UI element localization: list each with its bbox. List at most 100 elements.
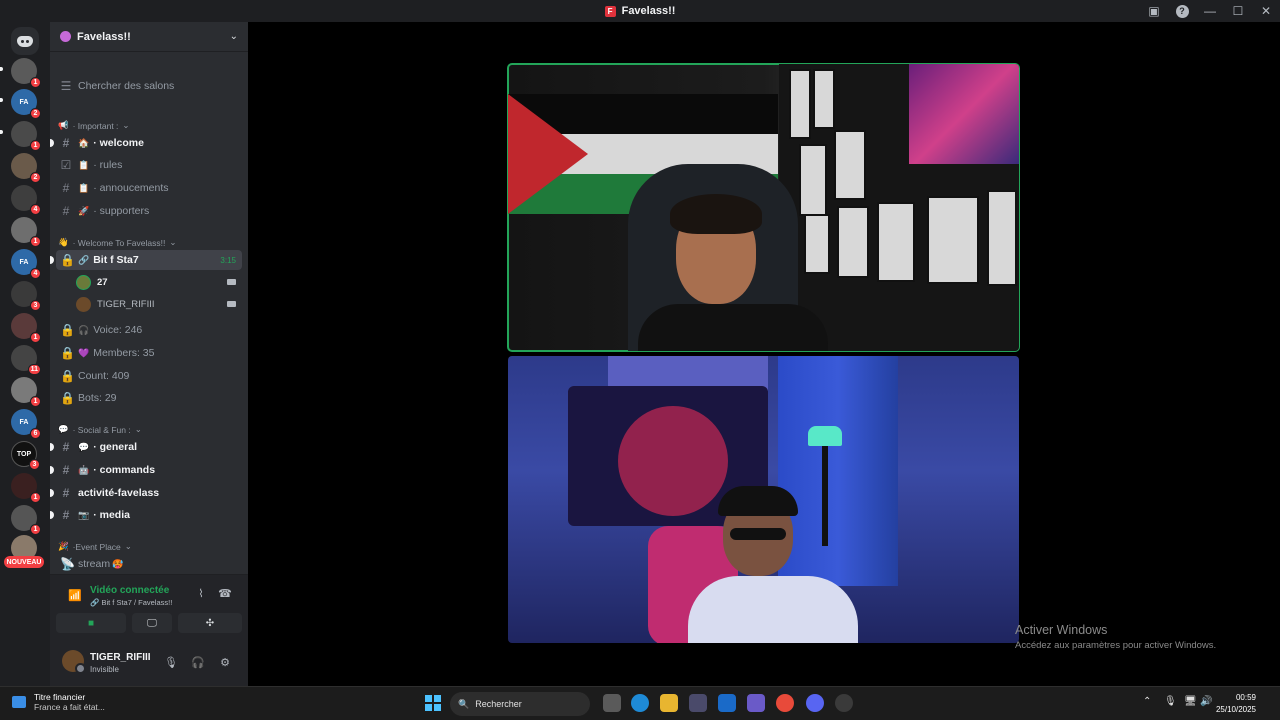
voice-channel-path[interactable]: 🔗 Bit f Sta7 / Favelass!! bbox=[90, 598, 172, 607]
stat-channel-bots[interactable]: 🔒 Bots: 29 bbox=[56, 388, 242, 408]
avatar[interactable] bbox=[62, 650, 86, 674]
app-icon[interactable] bbox=[835, 694, 853, 712]
microphone-icon[interactable]: 🎙 bbox=[1164, 696, 1177, 707]
channel-label: Bots: 29 bbox=[78, 392, 117, 404]
unread-pip bbox=[50, 139, 54, 147]
channel-activite-favelass[interactable]: # activité-favelass bbox=[50, 483, 242, 503]
news-title: Titre financier bbox=[34, 692, 86, 702]
server-icon[interactable]: 1 bbox=[11, 217, 41, 247]
server-header[interactable]: Favelass!! ⌄ bbox=[50, 22, 248, 52]
screen-share-button[interactable]: 🖵 bbox=[132, 613, 172, 633]
server-icon[interactable]: 1 bbox=[11, 505, 41, 535]
voice-user[interactable]: TIGER_RIFIII bbox=[76, 294, 242, 314]
server-icon[interactable]: 2 bbox=[11, 153, 41, 183]
outlook-icon[interactable] bbox=[718, 694, 736, 712]
news-icon bbox=[12, 696, 26, 708]
signal-icon[interactable]: 📶 bbox=[68, 589, 82, 602]
channel-welcome[interactable]: # 🏠 · welcome bbox=[50, 133, 242, 153]
user-name[interactable]: TIGER_RIFIII bbox=[90, 652, 151, 663]
discord-icon[interactable] bbox=[806, 694, 824, 712]
stat-channel-count[interactable]: 🔒 Count: 409 bbox=[56, 366, 242, 386]
server-icon[interactable]: 1 bbox=[11, 377, 41, 407]
video-tile[interactable] bbox=[508, 356, 1019, 643]
taskbar-search[interactable]: 🔍 Rechercher bbox=[450, 692, 590, 716]
news-widget[interactable]: Titre financier France a fait état... bbox=[12, 692, 105, 712]
voice-user[interactable]: 27 bbox=[76, 272, 242, 292]
megaphone-icon: 📢 bbox=[58, 120, 69, 130]
channel-label: · commands bbox=[93, 464, 156, 476]
video-tile-speaking[interactable] bbox=[507, 63, 1020, 352]
task-view-icon[interactable] bbox=[603, 694, 621, 712]
channel-media[interactable]: # 📷 · media bbox=[50, 505, 242, 525]
headphones-icon[interactable]: 🎧 bbox=[191, 656, 205, 670]
category-important[interactable]: 📢 · Important : ⌄ bbox=[58, 120, 130, 131]
stat-channel-voice[interactable]: 🔒 🎧 Voice: 246 bbox=[56, 320, 242, 340]
channel-rules[interactable]: ☑ 📋 · rules bbox=[56, 155, 242, 175]
activities-button[interactable]: ✣ bbox=[178, 613, 242, 633]
category-event[interactable]: 🎉 ·Event Place ⌄ bbox=[58, 541, 132, 552]
file-explorer-icon[interactable] bbox=[660, 694, 678, 712]
heart-icon: 💜 bbox=[78, 347, 90, 358]
headphones-icon: 🎧 bbox=[78, 324, 90, 335]
help-icon[interactable]: ? bbox=[1168, 0, 1196, 22]
camera-toggle-button[interactable]: ■ bbox=[56, 613, 126, 633]
server-icon[interactable]: 11 bbox=[11, 345, 41, 375]
gear-icon[interactable]: ⚙ bbox=[218, 656, 232, 670]
chrome-icon[interactable] bbox=[776, 694, 794, 712]
text-channel-icon: # bbox=[62, 440, 70, 454]
stage-channel-stream[interactable]: 📡 stream 🥵 bbox=[56, 554, 242, 574]
microphone-icon[interactable]: 🎙 bbox=[164, 656, 178, 670]
close-button[interactable]: ✕ bbox=[1252, 0, 1280, 22]
server-icon[interactable]: FA 2 bbox=[11, 89, 41, 119]
edge-icon[interactable] bbox=[631, 694, 649, 712]
stat-channel-members[interactable]: 🔒 💜 Members: 35 bbox=[56, 343, 242, 363]
server-icon[interactable]: 1 bbox=[11, 313, 41, 343]
noise-suppression-icon[interactable]: ⌇ bbox=[194, 587, 208, 601]
mention-badge: 11 bbox=[27, 364, 41, 375]
channel-label: · welcome bbox=[93, 137, 144, 149]
server-icon[interactable]: 4 bbox=[11, 185, 41, 215]
teams-icon[interactable] bbox=[747, 694, 765, 712]
inbox-icon[interactable]: ▣ bbox=[1140, 0, 1168, 22]
voice-channel-bitfsta7[interactable]: 🔒 🔗 Bit f Sta7 3:15 bbox=[50, 250, 242, 270]
volume-icon[interactable]: 🔊 bbox=[1200, 696, 1212, 707]
server-icon[interactable]: FA 4 bbox=[11, 249, 41, 279]
rocket-icon: 🚀 bbox=[78, 205, 90, 216]
channel-label: Members: 35 bbox=[93, 347, 155, 359]
text-channel-icon: # bbox=[62, 181, 70, 195]
speech-bubble-icon: 💬 bbox=[78, 441, 90, 452]
server-icon[interactable]: TOP 3 bbox=[11, 441, 40, 470]
chevron-up-icon[interactable]: ⌃ bbox=[1143, 696, 1151, 707]
channel-general[interactable]: # 💬 · general bbox=[50, 437, 242, 457]
category-social[interactable]: 💬 · Social & Fun : ⌄ bbox=[58, 424, 142, 435]
mention-badge: 4 bbox=[30, 204, 41, 215]
maximize-button[interactable]: ☐ bbox=[1224, 0, 1252, 22]
network-icon[interactable]: 🖥 bbox=[1184, 696, 1197, 707]
server-icon[interactable]: 1 bbox=[11, 473, 41, 503]
lock-icon: 🔒 bbox=[60, 323, 75, 337]
browse-channels-button[interactable]: ☰ Chercher des salons bbox=[56, 76, 242, 96]
windows-start-icon[interactable] bbox=[425, 695, 441, 711]
voice-status: Vidéo connectée bbox=[90, 585, 170, 596]
text-channel-icon: # bbox=[62, 136, 70, 150]
store-icon[interactable] bbox=[689, 694, 707, 712]
unread-pip bbox=[50, 466, 54, 474]
channel-label: · rules bbox=[93, 159, 123, 171]
channel-commands[interactable]: # 🤖 · commands bbox=[50, 460, 242, 480]
category-welcome[interactable]: 👋 · Welcome To Favelass!! ⌄ bbox=[58, 237, 176, 248]
channel-annoucements[interactable]: # 📋 · annoucements bbox=[56, 178, 242, 198]
disconnect-icon[interactable]: ☎ bbox=[218, 587, 232, 601]
call-duration: 3:15 bbox=[220, 255, 236, 265]
server-icon[interactable]: 3 bbox=[11, 281, 41, 311]
minimize-button[interactable]: — bbox=[1196, 0, 1224, 22]
server-icon[interactable]: 1 bbox=[11, 58, 41, 88]
clipboard-icon: 📋 bbox=[78, 182, 90, 193]
taskbar-clock[interactable]: 00:59 25/10/2025 bbox=[1216, 692, 1256, 716]
speech-bubble-icon: 💬 bbox=[58, 424, 69, 434]
user-panel: TIGER_RIFIII Invisible 🎙 🎧 ⚙ bbox=[50, 640, 248, 686]
discord-home-button[interactable] bbox=[11, 27, 39, 55]
server-icon[interactable]: 1 bbox=[11, 121, 41, 151]
server-icon[interactable]: FA 6 bbox=[11, 409, 41, 439]
channel-supporters[interactable]: # 🚀 · supporters bbox=[56, 201, 242, 221]
taskbar-search-label: Rechercher bbox=[475, 699, 522, 709]
